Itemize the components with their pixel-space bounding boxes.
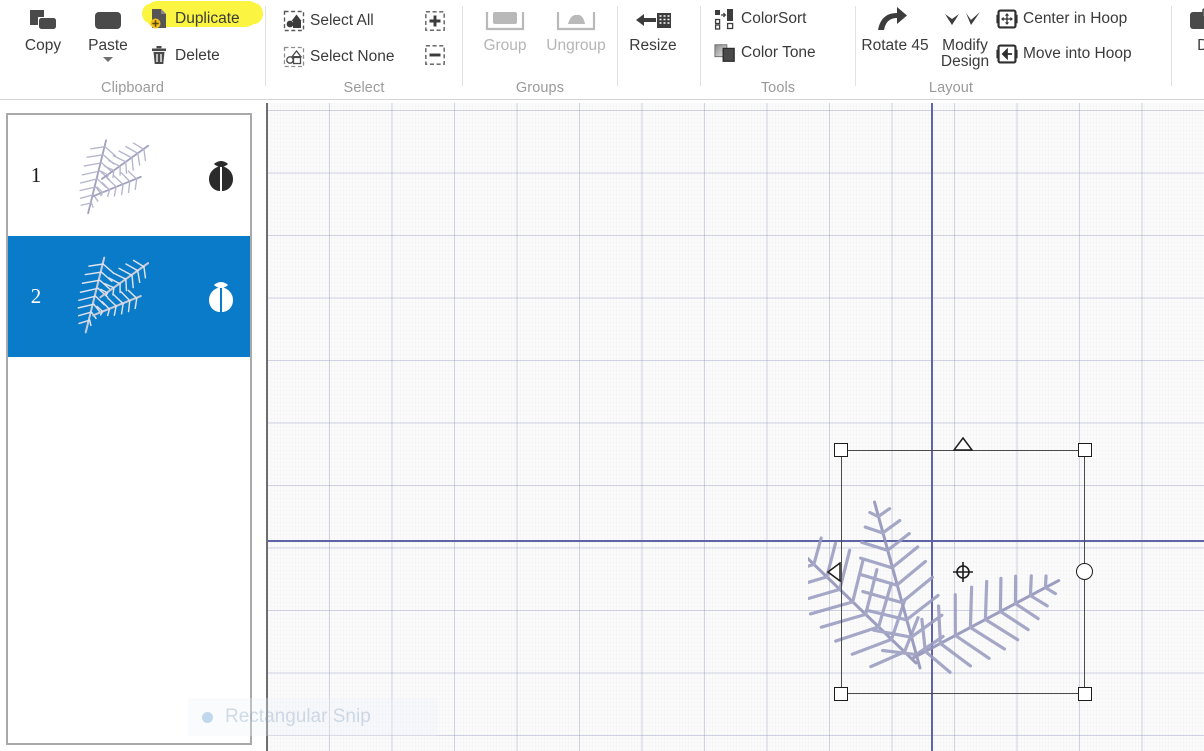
ribbon-toolbar: Copy Paste Duplicate Delete Clipboard Se… bbox=[0, 0, 1204, 100]
select-none-icon bbox=[283, 46, 305, 68]
embroidery-editor-window: Copy Paste Duplicate Delete Clipboard Se… bbox=[0, 0, 1204, 751]
move-into-hoop-button[interactable]: Move into Hoop bbox=[996, 41, 1132, 67]
resize-icon bbox=[632, 2, 674, 36]
rotate-45-icon bbox=[872, 2, 918, 36]
remove-from-selection-button[interactable] bbox=[424, 42, 446, 68]
design-item-flag bbox=[192, 280, 250, 314]
export-design-icon bbox=[1189, 2, 1204, 36]
copy-button[interactable]: Copy bbox=[12, 2, 74, 54]
design-item-flag bbox=[192, 159, 250, 193]
select-all-label: Select All bbox=[310, 12, 374, 29]
remove-from-selection-icon bbox=[424, 44, 446, 66]
ungroup-icon bbox=[555, 2, 597, 36]
duplicate-button[interactable]: Duplicate bbox=[148, 6, 240, 32]
group-icon bbox=[484, 2, 526, 36]
bottom-left-resize-handle[interactable] bbox=[834, 687, 848, 701]
right-center-rotate-handle[interactable] bbox=[1076, 563, 1093, 580]
ribbon-group-tools: ColorSort Color Tone Tools bbox=[701, 0, 855, 100]
modify-design-label: Modify Design bbox=[940, 37, 990, 70]
paste-button[interactable]: Paste bbox=[77, 2, 139, 62]
selection-bounding-box[interactable] bbox=[826, 436, 1093, 701]
center-in-hoop-button[interactable]: Center in Hoop bbox=[996, 6, 1127, 32]
group-button-label: Group bbox=[483, 37, 527, 54]
center-in-hoop-icon bbox=[996, 8, 1018, 30]
ribbon-group-layout: Rotate 45 Modify Design Center in Hoop M… bbox=[856, 0, 1171, 100]
center-move-handle[interactable] bbox=[952, 561, 974, 583]
delete-button[interactable]: Delete bbox=[148, 43, 220, 69]
tulip-icon bbox=[209, 160, 233, 191]
rotate-45-button[interactable]: Rotate 45 bbox=[860, 2, 930, 54]
copy-icon bbox=[26, 2, 60, 36]
design-list-panel[interactable]: 1 2 bbox=[6, 113, 252, 745]
paste-icon bbox=[91, 2, 125, 36]
design-item-number: 2 bbox=[30, 284, 42, 308]
select-none-button[interactable]: Select None bbox=[283, 44, 394, 70]
ribbon-group-resize: Resize bbox=[618, 0, 687, 100]
export-design-button[interactable]: De bbox=[1178, 2, 1204, 54]
resize-button[interactable]: Resize bbox=[621, 2, 685, 54]
design-item-number: 1 bbox=[30, 163, 42, 187]
design-canvas[interactable] bbox=[266, 103, 1204, 751]
colorsort-button[interactable]: ColorSort bbox=[714, 6, 806, 32]
ungroup-button[interactable]: Ungroup bbox=[539, 2, 613, 54]
colortone-icon bbox=[714, 42, 736, 64]
duplicate-icon bbox=[148, 8, 170, 30]
select-all-button[interactable]: Select All bbox=[283, 8, 374, 34]
select-all-icon bbox=[283, 10, 305, 32]
top-right-resize-handle[interactable] bbox=[1078, 443, 1092, 457]
trash-icon bbox=[148, 45, 170, 67]
duplicate-button-label: Duplicate bbox=[175, 10, 240, 27]
ribbon-group-clipboard: Copy Paste Duplicate Delete Clipboard bbox=[0, 0, 265, 100]
color-tone-button[interactable]: Color Tone bbox=[714, 40, 816, 66]
select-none-label: Select None bbox=[310, 48, 395, 65]
color-tone-label: Color Tone bbox=[741, 44, 816, 61]
group-button[interactable]: Group bbox=[471, 2, 539, 54]
rectangular-snip-toast: Rectangular Snip bbox=[188, 698, 438, 736]
ribbon-group-label-tools: Tools bbox=[760, 80, 796, 96]
ribbon-group-label-clipboard: Clipboard bbox=[101, 80, 164, 96]
design-list-item-1[interactable]: 1 bbox=[8, 115, 250, 236]
ungroup-button-label: Ungroup bbox=[546, 37, 606, 54]
ribbon-group-design-clipped: De bbox=[1172, 0, 1204, 100]
snip-toast-label: Rectangular Snip bbox=[225, 706, 371, 727]
ribbon-group-select: Select All Select None Select bbox=[266, 0, 462, 100]
export-design-label: De bbox=[1197, 37, 1204, 54]
tulip-icon bbox=[209, 281, 233, 312]
add-to-selection-button[interactable] bbox=[424, 8, 446, 34]
rotate-45-label: Rotate 45 bbox=[861, 37, 929, 54]
copy-button-label: Copy bbox=[24, 37, 62, 54]
paste-dropdown-caret-icon[interactable] bbox=[103, 57, 113, 62]
ribbon-group-label-layout: Layout bbox=[928, 80, 974, 96]
left-center-flip-horizontal-handle[interactable] bbox=[826, 561, 841, 587]
delete-button-label: Delete bbox=[175, 47, 220, 64]
design-thumbnail-1 bbox=[64, 115, 192, 236]
add-to-selection-icon bbox=[424, 10, 446, 32]
bottom-right-resize-handle[interactable] bbox=[1078, 687, 1092, 701]
resize-button-label: Resize bbox=[629, 37, 677, 54]
paste-button-label: Paste bbox=[88, 37, 128, 54]
move-into-hoop-icon bbox=[996, 43, 1018, 65]
ribbon-group-label-select: Select bbox=[343, 80, 385, 96]
ribbon-group-groups: Group Ungroup Groups bbox=[463, 0, 617, 100]
top-left-resize-handle[interactable] bbox=[834, 443, 848, 457]
move-into-hoop-label: Move into Hoop bbox=[1023, 45, 1132, 62]
design-thumbnail-2 bbox=[64, 236, 192, 357]
snip-tool-icon bbox=[202, 711, 213, 723]
modify-design-icon bbox=[940, 2, 990, 36]
ribbon-group-label-groups: Groups bbox=[515, 80, 565, 96]
colorsort-label: ColorSort bbox=[741, 10, 807, 27]
center-in-hoop-label: Center in Hoop bbox=[1023, 10, 1128, 27]
colorsort-icon bbox=[714, 8, 736, 30]
design-list-item-2[interactable]: 2 bbox=[8, 236, 250, 357]
modify-design-button[interactable]: Modify Design bbox=[928, 2, 1002, 70]
top-center-flip-vertical-handle[interactable] bbox=[952, 436, 974, 456]
